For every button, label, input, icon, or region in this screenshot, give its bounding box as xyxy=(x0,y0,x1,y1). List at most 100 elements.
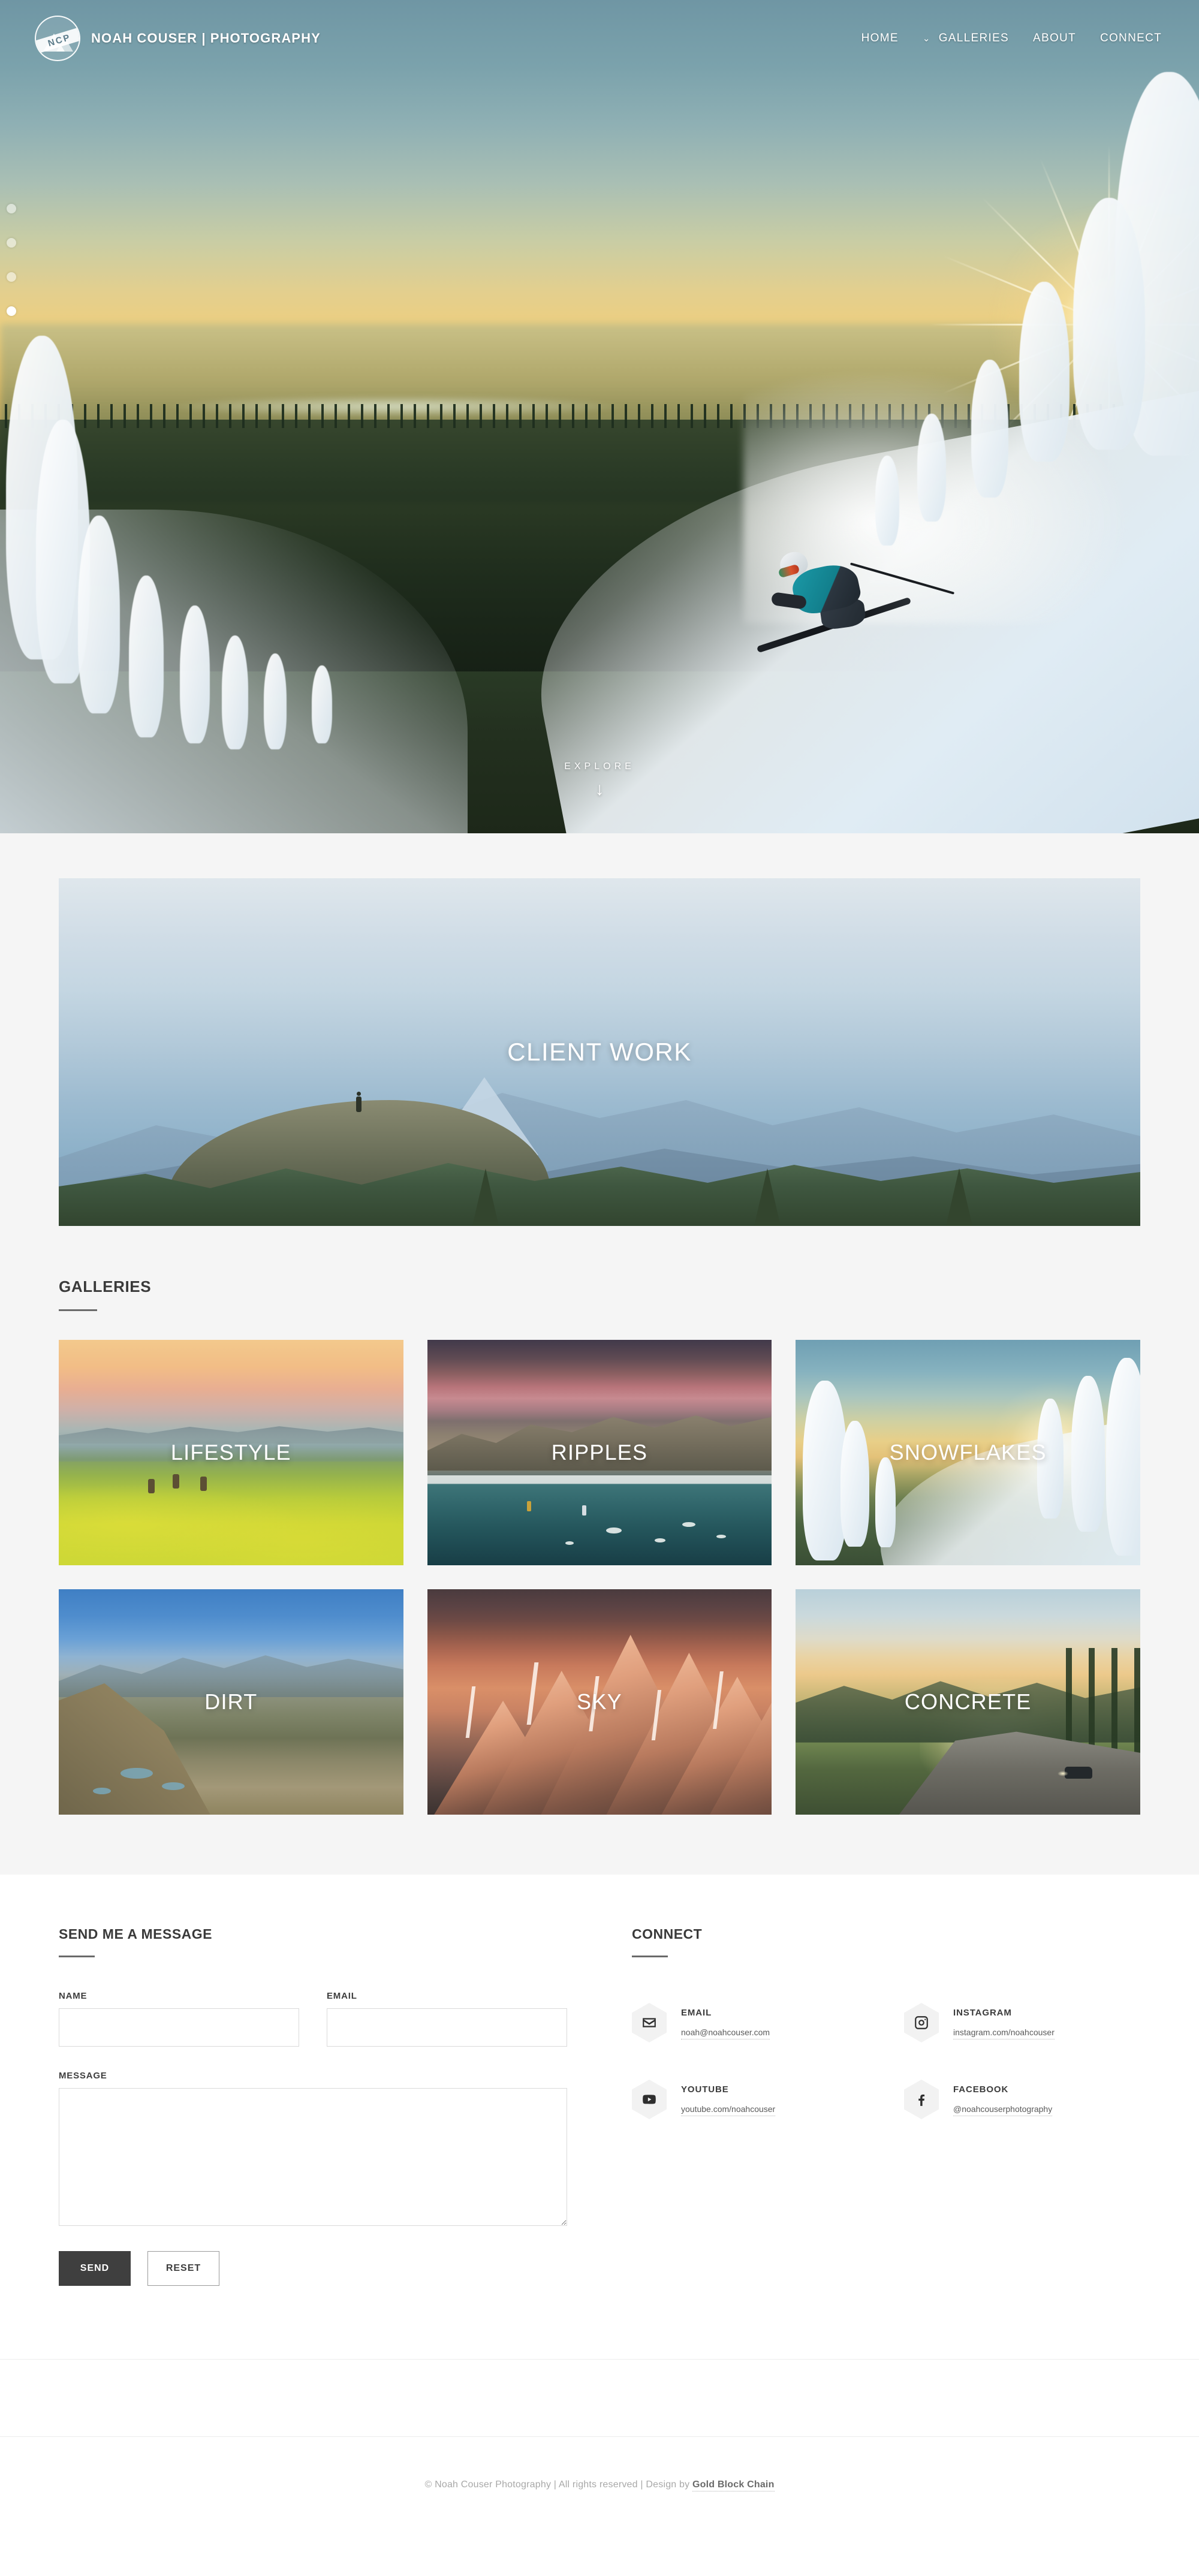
ice-floe xyxy=(682,1522,695,1527)
snow-ghost-tree xyxy=(222,635,248,749)
galleries-heading-rule xyxy=(59,1309,97,1311)
connect-item-text: INSTAGRAM instagram.com/noahcouser xyxy=(953,2003,1055,2039)
gallery-tile-label: SKY xyxy=(577,1689,622,1714)
connect-item-value[interactable]: youtube.com/noahcouser xyxy=(681,2104,776,2116)
gallery-tile-label: RIPPLES xyxy=(551,1440,648,1465)
nav-item-label: GALLERIES xyxy=(938,32,1009,44)
connect-item-youtube[interactable]: YOUTUBE youtube.com/noahcouser xyxy=(632,2080,868,2119)
connect-item-facebook[interactable]: FACEBOOK @noahcouserphotography xyxy=(904,2080,1140,2119)
main-nav: HOME ⌄ GALLERIES ABOUT CONNECT xyxy=(861,32,1162,45)
ncp-logo-icon: NCP xyxy=(35,16,80,61)
nav-item-label: CONNECT xyxy=(1099,32,1162,44)
connect-item-label: FACEBOOK xyxy=(953,2084,1009,2095)
gallery-tile-sky[interactable]: SKY xyxy=(427,1589,772,1815)
connect-item-label: INSTAGRAM xyxy=(953,2008,1012,2018)
connect-item-label: EMAIL xyxy=(681,2008,712,2018)
galleries-header: GALLERIES xyxy=(59,1278,1140,1311)
snow-ghost-tree xyxy=(180,605,210,743)
gallery-tile-snowflakes[interactable]: SNOWFLAKES xyxy=(796,1340,1140,1565)
chevron-down-icon: ⌄ xyxy=(922,34,931,44)
carousel-dot-4[interactable] xyxy=(7,306,16,316)
contact-section: SEND ME A MESSAGE NAME EMAIL MESSAGE SEN… xyxy=(0,1875,1199,2533)
gallery-tile-label: SNOWFLAKES xyxy=(889,1440,1047,1465)
footer-middle-band xyxy=(0,2360,1199,2436)
nav-item-connect[interactable]: CONNECT xyxy=(1100,32,1162,45)
carousel-dot-1[interactable] xyxy=(7,204,16,213)
gallery-tile-ripples[interactable]: RIPPLES xyxy=(427,1340,772,1565)
galleries-heading: GALLERIES xyxy=(59,1278,152,1295)
connect-item-value[interactable]: @noahcouserphotography xyxy=(953,2104,1053,2116)
connect-item-email[interactable]: EMAIL noah@noahcouser.com xyxy=(632,2003,868,2042)
nav-item-about[interactable]: ABOUT xyxy=(1033,32,1076,45)
message-textarea[interactable] xyxy=(59,2088,567,2226)
youtube-icon xyxy=(632,2080,667,2119)
snow-ghost-tree xyxy=(1073,198,1145,450)
nav-item-galleries[interactable]: ⌄ GALLERIES xyxy=(923,32,1009,45)
snow-ghost-tree xyxy=(78,516,120,713)
send-button[interactable]: SEND xyxy=(59,2251,131,2286)
connect-item-text: YOUTUBE youtube.com/noahcouser xyxy=(681,2080,776,2116)
footer-copyright: © Noah Couser Photography | All rights r… xyxy=(424,2479,775,2491)
footer-spacer xyxy=(0,2286,1199,2359)
gallery-tile-grid: LIFESTYLE RIPPLES SNOWFLAKES DIRT SKY CONCRET… xyxy=(59,1340,1140,1815)
explore-label: EXPLORE xyxy=(564,761,635,772)
hero-carousel-dots[interactable] xyxy=(7,204,16,316)
connect-item-value[interactable]: noah@noahcouser.com xyxy=(681,2027,770,2039)
gallery-tile-label: LIFESTYLE xyxy=(170,1440,291,1465)
ice-floe xyxy=(565,1541,574,1545)
connect-heading-rule xyxy=(632,1956,668,1957)
contact-heading-rule xyxy=(59,1956,95,1957)
client-banner-tree xyxy=(754,1168,781,1226)
message-label: MESSAGE xyxy=(59,2071,107,2081)
snow-ghost-tree xyxy=(875,456,899,546)
gallery-tile-label: DIRT xyxy=(204,1689,258,1714)
concrete-car xyxy=(1057,1766,1092,1779)
name-field-group: NAME xyxy=(59,1991,299,2047)
email-label: EMAIL xyxy=(327,1991,357,2001)
envelope-icon xyxy=(632,2003,667,2042)
reset-button[interactable]: RESET xyxy=(147,2251,219,2286)
snow-ghost-tree xyxy=(971,360,1008,498)
client-work-banner[interactable]: CLIENT WORK xyxy=(59,878,1140,1226)
carousel-dot-3[interactable] xyxy=(7,272,16,282)
snow-ghost-tree xyxy=(312,665,332,743)
snow-ghost-tree xyxy=(129,576,164,737)
snow-ghost-tree xyxy=(1105,1358,1140,1556)
snow-ghost-tree xyxy=(917,414,946,522)
alpine-lake xyxy=(120,1767,153,1779)
facebook-icon xyxy=(904,2080,939,2119)
contact-form: SEND ME A MESSAGE NAME EMAIL MESSAGE SEN… xyxy=(59,1926,567,2286)
carousel-dot-2[interactable] xyxy=(7,238,16,248)
footer-designer-link[interactable]: Gold Block Chain xyxy=(692,2479,775,2491)
brand-logo-link[interactable]: NCP NOAH COUSER | PHOTOGRAPHY xyxy=(35,16,321,61)
connect-item-instagram[interactable]: INSTAGRAM instagram.com/noahcouser xyxy=(904,2003,1140,2042)
connect-heading: CONNECT xyxy=(632,1926,703,1942)
nav-item-label: HOME xyxy=(861,32,899,44)
snow-ghost-tree xyxy=(1019,282,1070,462)
gallery-tile-dirt[interactable]: DIRT xyxy=(59,1589,403,1815)
explore-scroll-cue[interactable]: EXPLORE ↓ xyxy=(0,761,1199,799)
client-banner-tree xyxy=(946,1168,972,1226)
connect-panel: CONNECT EMAIL noah@noahcouser.com INSTAGRA… xyxy=(632,1926,1140,2286)
client-banner-hiker xyxy=(356,1092,361,1112)
lifestyle-figure xyxy=(172,1474,179,1489)
name-input[interactable] xyxy=(59,2008,299,2047)
alpine-lake xyxy=(162,1782,185,1790)
gallery-tile-lifestyle[interactable]: LIFESTYLE xyxy=(59,1340,403,1565)
connect-item-text: EMAIL noah@noahcouser.com xyxy=(681,2003,770,2039)
ice-floe xyxy=(716,1534,727,1538)
instagram-icon xyxy=(904,2003,939,2042)
contact-form-heading: SEND ME A MESSAGE xyxy=(59,1926,212,1942)
footer-copyright-text: © Noah Couser Photography | All rights r… xyxy=(424,2479,692,2490)
nav-item-home[interactable]: HOME xyxy=(861,32,899,45)
brand-name: NOAH COUSER | PHOTOGRAPHY xyxy=(91,31,321,46)
email-input[interactable] xyxy=(327,2008,567,2047)
gallery-tile-concrete[interactable]: CONCRETE xyxy=(796,1589,1140,1815)
top-navigation-bar: NCP NOAH COUSER | PHOTOGRAPHY HOME ⌄ GALLE… xyxy=(0,0,1199,77)
paddleboarder xyxy=(527,1501,532,1511)
lifestyle-figure xyxy=(148,1478,155,1493)
connect-item-value[interactable]: instagram.com/noahcouser xyxy=(953,2027,1055,2039)
connect-links-grid: EMAIL noah@noahcouser.com INSTAGRAM instagr… xyxy=(632,2003,1140,2119)
client-banner-tree xyxy=(472,1168,499,1226)
snow-ghost-tree xyxy=(1071,1376,1105,1532)
